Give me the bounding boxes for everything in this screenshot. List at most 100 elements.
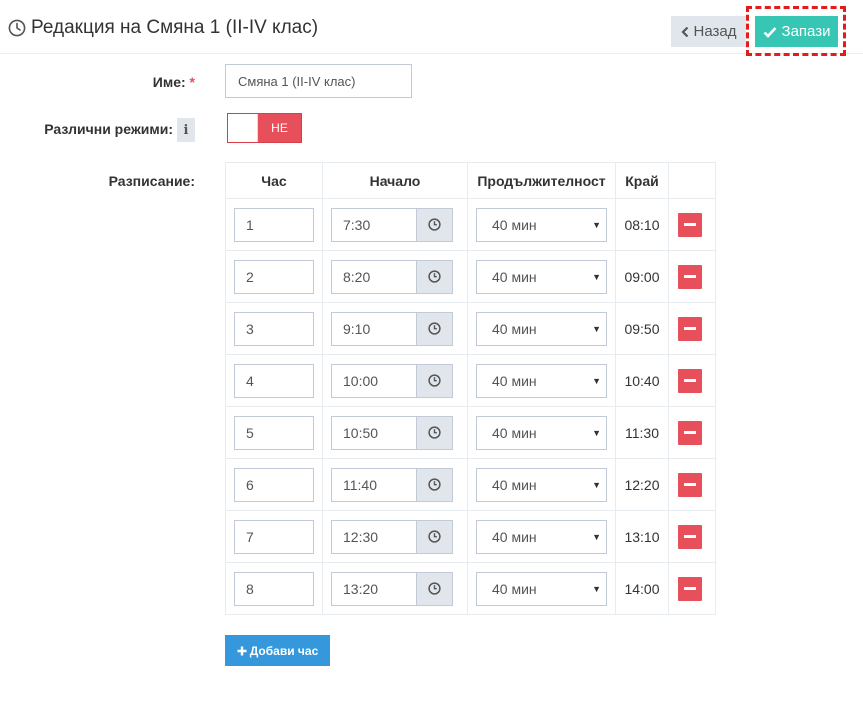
duration-select[interactable]: 40 мин ▼ bbox=[476, 415, 607, 450]
start-time-group: 10:00 bbox=[331, 363, 467, 398]
hour-input[interactable]: 7 bbox=[234, 519, 314, 554]
duration-select[interactable]: 40 мин ▼ bbox=[476, 571, 607, 606]
plus-icon bbox=[237, 646, 247, 655]
toggle-knob bbox=[228, 114, 258, 142]
minus-icon bbox=[684, 587, 696, 590]
duration-select[interactable]: 40 мин ▼ bbox=[476, 259, 607, 294]
start-time-input[interactable]: 10:00 bbox=[331, 363, 417, 398]
table-row: 7 12:30 40 мин ▼ 13:10 bbox=[225, 510, 716, 563]
clock-icon bbox=[428, 270, 441, 283]
duration-cell: 40 мин ▼ bbox=[467, 302, 616, 355]
name-input[interactable]: Смяна 1 (II-IV клас) bbox=[225, 64, 412, 98]
required-mark: * bbox=[189, 74, 195, 90]
start-cell: 9:10 bbox=[322, 302, 468, 355]
back-button-label: Назад bbox=[693, 23, 737, 40]
add-hour-button[interactable]: Добави час bbox=[225, 635, 330, 666]
save-button-label: Запази bbox=[781, 23, 831, 40]
remove-row-button[interactable] bbox=[678, 524, 702, 549]
start-time-input[interactable]: 13:20 bbox=[331, 571, 417, 606]
hour-input[interactable]: 2 bbox=[234, 259, 314, 294]
start-time-input[interactable]: 8:20 bbox=[331, 259, 417, 294]
time-picker-button[interactable] bbox=[417, 571, 453, 606]
duration-select[interactable]: 40 мин ▼ bbox=[476, 207, 607, 242]
remove-cell bbox=[668, 562, 716, 615]
end-time: 11:30 bbox=[615, 406, 669, 459]
hour-cell: 7 bbox=[225, 510, 323, 563]
caret-down-icon: ▼ bbox=[592, 271, 601, 282]
end-time: 09:00 bbox=[615, 250, 669, 303]
hour-input[interactable]: 8 bbox=[234, 571, 314, 606]
col-header-hour: Час bbox=[225, 162, 323, 199]
start-cell: 11:40 bbox=[322, 458, 468, 511]
remove-row-button[interactable] bbox=[678, 264, 702, 289]
hour-cell: 3 bbox=[225, 302, 323, 355]
start-time-input[interactable]: 12:30 bbox=[331, 519, 417, 554]
hour-input[interactable]: 6 bbox=[234, 467, 314, 502]
duration-cell: 40 мин ▼ bbox=[467, 562, 616, 615]
hour-input[interactable]: 3 bbox=[234, 311, 314, 346]
duration-select[interactable]: 40 мин ▼ bbox=[476, 467, 607, 502]
modes-toggle[interactable]: НЕ bbox=[227, 113, 302, 143]
remove-row-button[interactable] bbox=[678, 212, 702, 237]
col-header-actions bbox=[668, 162, 716, 199]
duration-select[interactable]: 40 мин ▼ bbox=[476, 363, 607, 398]
start-time-group: 10:50 bbox=[331, 415, 467, 450]
clock-icon bbox=[428, 322, 441, 335]
clock-icon bbox=[428, 582, 441, 595]
duration-select[interactable]: 40 мин ▼ bbox=[476, 311, 607, 346]
duration-value: 40 мин bbox=[492, 268, 537, 285]
duration-cell: 40 мин ▼ bbox=[467, 510, 616, 563]
save-button[interactable]: Запази bbox=[755, 16, 838, 47]
schedule-table: Час Начало Продължителност Край 1 7:30 40 … bbox=[225, 162, 716, 615]
start-time-input[interactable]: 10:50 bbox=[331, 415, 417, 450]
time-picker-button[interactable] bbox=[417, 207, 453, 242]
table-row: 5 10:50 40 мин ▼ 11:30 bbox=[225, 406, 716, 459]
table-row: 8 13:20 40 мин ▼ 14:00 bbox=[225, 562, 716, 615]
page-title: Редакция на Смяна 1 (II-IV клас) bbox=[31, 17, 319, 38]
hour-input[interactable]: 1 bbox=[234, 207, 314, 242]
hour-input[interactable]: 5 bbox=[234, 415, 314, 450]
clock-icon bbox=[8, 19, 26, 37]
remove-row-button[interactable] bbox=[678, 368, 702, 393]
start-time-input[interactable]: 7:30 bbox=[331, 207, 417, 242]
remove-cell bbox=[668, 302, 716, 355]
time-picker-button[interactable] bbox=[417, 415, 453, 450]
remove-cell bbox=[668, 510, 716, 563]
schedule-header-row: Час Начало Продължителност Край bbox=[225, 162, 716, 199]
time-picker-button[interactable] bbox=[417, 467, 453, 502]
start-cell: 7:30 bbox=[322, 198, 468, 251]
clock-icon bbox=[428, 478, 441, 491]
hour-cell: 2 bbox=[225, 250, 323, 303]
back-button[interactable]: Назад bbox=[671, 16, 746, 47]
hour-input[interactable]: 4 bbox=[234, 363, 314, 398]
col-header-start: Начало bbox=[322, 162, 468, 199]
remove-row-button[interactable] bbox=[678, 576, 702, 601]
remove-cell bbox=[668, 354, 716, 407]
duration-value: 40 мин bbox=[492, 424, 537, 441]
time-picker-button[interactable] bbox=[417, 519, 453, 554]
add-hour-label: Добави час bbox=[249, 643, 319, 658]
start-time-input[interactable]: 9:10 bbox=[331, 311, 417, 346]
start-time-input[interactable]: 11:40 bbox=[331, 467, 417, 502]
time-picker-button[interactable] bbox=[417, 311, 453, 346]
time-picker-button[interactable] bbox=[417, 259, 453, 294]
hour-cell: 8 bbox=[225, 562, 323, 615]
table-row: 6 11:40 40 мин ▼ 12:20 bbox=[225, 458, 716, 511]
time-picker-button[interactable] bbox=[417, 363, 453, 398]
duration-select[interactable]: 40 мин ▼ bbox=[476, 519, 607, 554]
start-time-group: 9:10 bbox=[331, 311, 467, 346]
remove-row-button[interactable] bbox=[678, 472, 702, 497]
start-cell: 10:00 bbox=[322, 354, 468, 407]
remove-row-button[interactable] bbox=[678, 420, 702, 445]
end-time: 14:00 bbox=[615, 562, 669, 615]
start-cell: 10:50 bbox=[322, 406, 468, 459]
start-time-group: 11:40 bbox=[331, 467, 467, 502]
caret-down-icon: ▼ bbox=[592, 323, 601, 334]
remove-row-button[interactable] bbox=[678, 316, 702, 341]
minus-icon bbox=[684, 483, 696, 486]
caret-down-icon: ▼ bbox=[592, 479, 601, 490]
duration-cell: 40 мин ▼ bbox=[467, 250, 616, 303]
duration-cell: 40 мин ▼ bbox=[467, 458, 616, 511]
info-icon[interactable]: i bbox=[177, 118, 195, 142]
minus-icon bbox=[684, 275, 696, 278]
